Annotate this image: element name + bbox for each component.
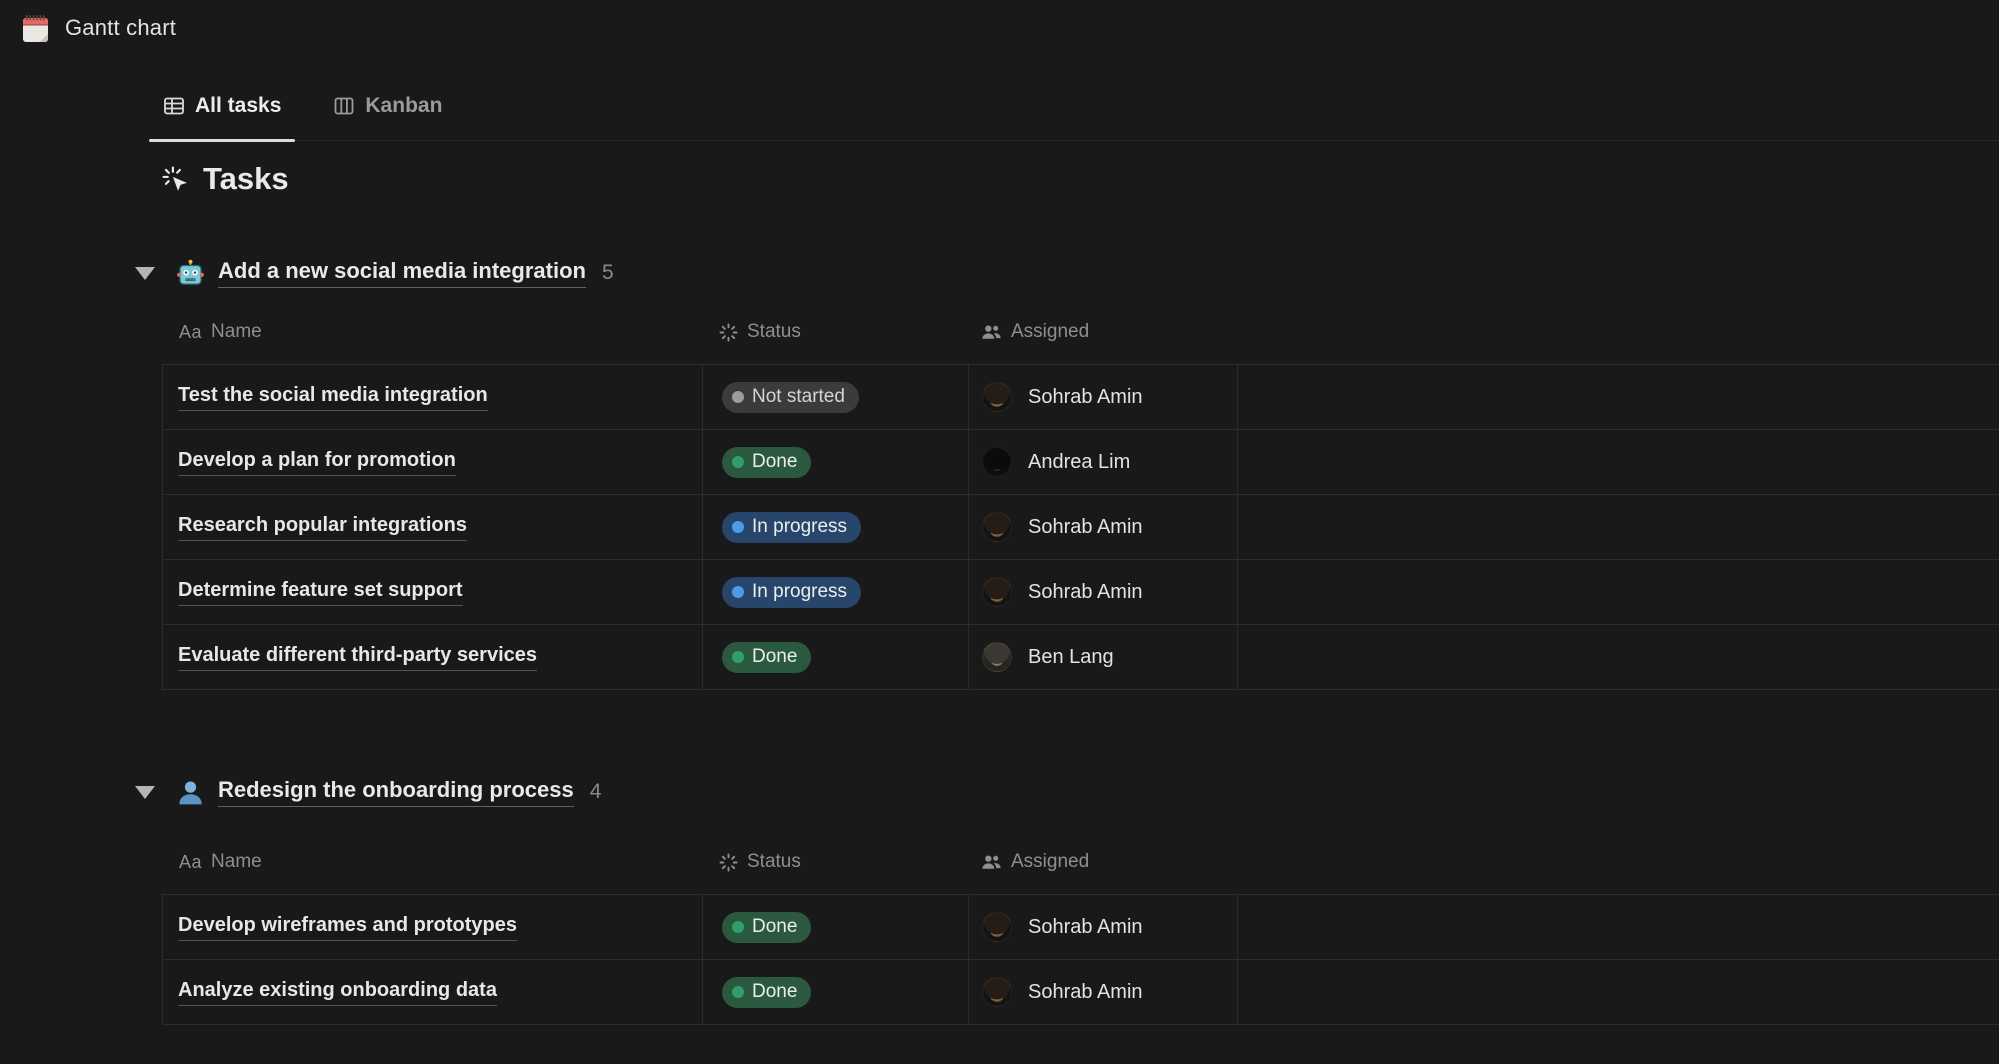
tab-label: All tasks xyxy=(195,94,281,118)
task-title-link[interactable]: Evaluate different third-party services xyxy=(178,644,537,671)
task-title-link[interactable]: Analyze existing onboarding data xyxy=(178,979,497,1006)
row-spacer xyxy=(1238,895,1999,959)
assignee-name: Sohrab Amin xyxy=(1028,386,1143,409)
task-title-link[interactable]: Research popular integrations xyxy=(178,514,467,541)
status-dot-icon xyxy=(732,986,744,998)
table-icon xyxy=(163,95,185,117)
status-property-icon xyxy=(719,323,738,342)
avatar xyxy=(982,912,1012,942)
column-header-status[interactable]: Status xyxy=(702,300,968,364)
table-header-row: Aa Name Status Assigned xyxy=(162,300,1999,365)
status-property-icon xyxy=(719,853,738,872)
table-row[interactable]: Evaluate different third-party services … xyxy=(162,625,1999,690)
page-heading: Tasks xyxy=(162,157,1999,201)
avatar xyxy=(982,382,1012,412)
table-row[interactable]: Develop a plan for promotion Done Andrea… xyxy=(162,430,1999,495)
status-badge[interactable]: Done xyxy=(722,977,811,1008)
person-blue-icon xyxy=(176,778,205,807)
status-badge[interactable]: In progress xyxy=(722,512,861,543)
row-spacer xyxy=(1238,365,1999,429)
avatar xyxy=(982,447,1012,477)
table-row[interactable]: Research popular integrations In progres… xyxy=(162,495,1999,560)
text-property-icon: Aa xyxy=(179,322,202,343)
column-header-name[interactable]: Aa Name xyxy=(162,830,702,894)
avatar xyxy=(982,512,1012,542)
board-icon xyxy=(333,95,355,117)
column-header-spacer xyxy=(1237,300,1999,364)
group-count: 4 xyxy=(590,780,602,804)
task-table: Aa Name Status Assigned xyxy=(162,830,1999,1025)
assignee-name: Sohrab Amin xyxy=(1028,581,1143,604)
tab-kanban[interactable]: Kanban xyxy=(333,94,442,140)
window-title: Gantt chart xyxy=(65,15,176,41)
group-count: 5 xyxy=(602,261,614,285)
row-spacer xyxy=(1238,625,1999,689)
status-dot-icon xyxy=(732,456,744,468)
table-row[interactable]: Determine feature set support In progres… xyxy=(162,560,1999,625)
task-title-link[interactable]: Develop a plan for promotion xyxy=(178,449,456,476)
tab-all-tasks[interactable]: All tasks xyxy=(163,94,281,140)
column-label: Status xyxy=(747,851,801,873)
column-header-status[interactable]: Status xyxy=(702,830,968,894)
tab-label: Kanban xyxy=(365,94,442,118)
table-row[interactable]: Develop wireframes and prototypes Done S… xyxy=(162,895,1999,960)
status-dot-icon xyxy=(732,921,744,933)
column-header-assigned[interactable]: Assigned xyxy=(968,300,1237,364)
window-titlebar: Gantt chart xyxy=(0,0,1999,48)
people-property-icon xyxy=(981,852,1002,873)
status-badge[interactable]: Done xyxy=(722,642,811,673)
notepad-icon xyxy=(20,13,51,44)
column-header-assigned[interactable]: Assigned xyxy=(968,830,1237,894)
view-tab-bar: All tasks Kanban xyxy=(163,94,1999,141)
table-header-row: Aa Name Status Assigned xyxy=(162,830,1999,895)
column-label: Assigned xyxy=(1011,321,1089,343)
column-label: Name xyxy=(211,321,262,343)
assignee-name: Sohrab Amin xyxy=(1028,916,1143,939)
avatar xyxy=(982,577,1012,607)
robot-icon xyxy=(176,259,205,288)
group-header: Add a new social media integration 5 xyxy=(128,253,1999,293)
status-dot-icon xyxy=(732,521,744,533)
click-icon xyxy=(162,166,189,193)
column-header-spacer xyxy=(1237,830,1999,894)
task-table: Aa Name Status Assigned xyxy=(162,300,1999,690)
row-spacer xyxy=(1238,430,1999,494)
table-row[interactable]: Test the social media integration Not st… xyxy=(162,365,1999,430)
column-header-name[interactable]: Aa Name xyxy=(162,300,702,364)
status-badge[interactable]: Done xyxy=(722,912,811,943)
avatar xyxy=(982,642,1012,672)
assignee-name: Sohrab Amin xyxy=(1028,516,1143,539)
status-dot-icon xyxy=(732,651,744,663)
table-row[interactable]: Analyze existing onboarding data Done So… xyxy=(162,960,1999,1025)
page-title: Tasks xyxy=(203,157,289,201)
task-title-link[interactable]: Determine feature set support xyxy=(178,579,463,606)
row-spacer xyxy=(1238,495,1999,559)
avatar xyxy=(982,977,1012,1007)
status-dot-icon xyxy=(732,586,744,598)
status-badge[interactable]: In progress xyxy=(722,577,861,608)
status-dot-icon xyxy=(732,391,744,403)
column-label: Assigned xyxy=(1011,851,1089,873)
assignee-name: Sohrab Amin xyxy=(1028,981,1143,1004)
people-property-icon xyxy=(981,322,1002,343)
column-label: Status xyxy=(747,321,801,343)
toggle-triangle-icon[interactable] xyxy=(128,775,162,809)
group-title-link[interactable]: Redesign the onboarding process xyxy=(218,777,574,807)
status-badge[interactable]: Not started xyxy=(722,382,859,413)
status-badge[interactable]: Done xyxy=(722,447,811,478)
text-property-icon: Aa xyxy=(179,852,202,873)
group-header: Redesign the onboarding process 4 xyxy=(128,772,1999,812)
task-title-link[interactable]: Develop wireframes and prototypes xyxy=(178,914,517,941)
toggle-triangle-icon[interactable] xyxy=(128,256,162,290)
row-spacer xyxy=(1238,560,1999,624)
task-title-link[interactable]: Test the social media integration xyxy=(178,384,488,411)
assignee-name: Ben Lang xyxy=(1028,646,1114,669)
assignee-name: Andrea Lim xyxy=(1028,451,1130,474)
row-spacer xyxy=(1238,960,1999,1024)
column-label: Name xyxy=(211,851,262,873)
group-title-link[interactable]: Add a new social media integration xyxy=(218,258,586,288)
